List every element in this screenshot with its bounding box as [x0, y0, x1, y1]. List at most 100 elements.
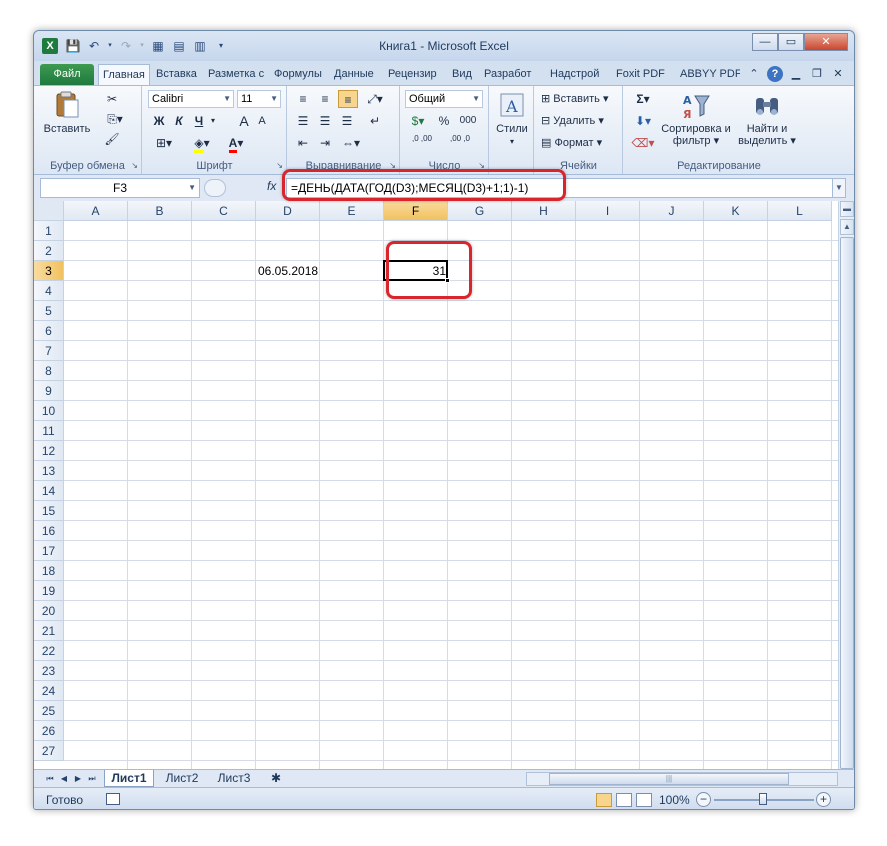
minimize-button[interactable]: — [752, 33, 778, 51]
insert-sheet-icon[interactable]: ✱ [264, 770, 288, 787]
cell-d3[interactable]: 06.05.2018 [256, 261, 320, 281]
restore-button[interactable]: ▭ [778, 33, 804, 51]
formula-splitter[interactable] [204, 179, 226, 197]
page-layout-view-icon[interactable] [616, 793, 632, 807]
column-header[interactable]: C [192, 201, 256, 221]
tab-formulas[interactable]: Формулы [270, 64, 328, 85]
sheet-tab-2[interactable]: Лист2 [158, 770, 206, 787]
align-left-icon[interactable]: ☰ [294, 112, 312, 130]
row-header[interactable]: 19 [34, 581, 64, 601]
help-icon[interactable]: ? [767, 66, 783, 82]
row-header[interactable]: 6 [34, 321, 64, 341]
tab-home[interactable]: Главная [98, 64, 150, 85]
tab-foxit-pdf[interactable]: Foxit PDF [612, 64, 674, 85]
column-header[interactable]: L [768, 201, 832, 221]
column-header[interactable]: K [704, 201, 768, 221]
underline-dropdown-icon[interactable]: ▾ [209, 112, 217, 130]
first-sheet-icon[interactable]: ⏮ [44, 772, 56, 786]
last-sheet-icon[interactable]: ⏭ [86, 772, 98, 786]
copy-icon[interactable]: ⎘▾ [102, 110, 128, 128]
delete-cells-button[interactable]: ⊟ Удалить ▾ [541, 112, 604, 130]
align-right-icon[interactable]: ☰ [338, 112, 356, 130]
minimize-workbook-icon[interactable]: ▁ [788, 66, 804, 82]
row-header[interactable]: 13 [34, 461, 64, 481]
font-size-select[interactable]: 11 ▼ [237, 90, 281, 108]
vertical-scroll-thumb[interactable] [840, 237, 854, 769]
row-header[interactable]: 18 [34, 561, 64, 581]
normal-view-icon[interactable] [596, 793, 612, 807]
worksheet-grid[interactable]: A B C D E F G H I J K L 1 2 3 4 5 6 7 8 9 10 11 12 13 14 15 16 17 18 1… [34, 201, 838, 769]
row-header[interactable]: 27 [34, 741, 64, 761]
find-select-button[interactable]: Найти и выделить ▾ [736, 90, 798, 147]
row-header[interactable]: 15 [34, 501, 64, 521]
shrink-font-button[interactable]: A [255, 112, 269, 130]
row-header[interactable]: 1 [34, 221, 64, 241]
sort-filter-button[interactable]: A Я Сортировка и фильтр ▾ [658, 90, 734, 147]
row-header[interactable]: 24 [34, 681, 64, 701]
row-header[interactable]: 21 [34, 621, 64, 641]
fill-icon[interactable]: ⬇▾ [630, 112, 656, 130]
fill-handle[interactable] [445, 278, 450, 283]
align-bottom-icon[interactable]: ≡ [338, 90, 358, 108]
vertical-scrollbar[interactable]: ▬ ▲ [838, 201, 854, 769]
sheet-tab-1[interactable]: Лист1 [104, 770, 154, 787]
row-header[interactable]: 4 [34, 281, 64, 301]
restore-workbook-icon[interactable]: ❐ [809, 66, 825, 82]
expand-formula-bar-icon[interactable]: ▼ [832, 178, 846, 198]
formula-input[interactable]: =ДЕНЬ(ДАТА(ГОД(D3);МЕСЯЦ(D3)+1;1)-1) [286, 178, 834, 198]
tab-data[interactable]: Данные [330, 64, 382, 85]
cut-icon[interactable]: ✂ [102, 90, 122, 108]
font-name-select[interactable]: Calibri ▼ [148, 90, 234, 108]
tab-page-layout[interactable]: Разметка с [204, 64, 268, 85]
decrease-indent-icon[interactable]: ⇤ [294, 134, 312, 152]
format-painter-icon[interactable]: 🖌 [102, 130, 122, 148]
fill-color-icon[interactable]: ◈▾ [189, 134, 215, 153]
number-format-select[interactable]: Общий ▼ [405, 90, 483, 108]
clear-icon[interactable]: ⌫▾ [630, 134, 656, 152]
column-header[interactable]: G [448, 201, 512, 221]
thousands-button[interactable]: 000 [455, 112, 481, 130]
format-cells-button[interactable]: ▤ Формат ▾ [541, 134, 602, 152]
close-workbook-icon[interactable]: ✕ [830, 66, 846, 82]
align-top-icon[interactable]: ≡ [294, 90, 312, 108]
increase-indent-icon[interactable]: ⇥ [316, 134, 334, 152]
row-header[interactable]: 14 [34, 481, 64, 501]
column-header[interactable]: H [512, 201, 576, 221]
row-header[interactable]: 22 [34, 641, 64, 661]
horizontal-scroll-thumb[interactable]: ||| [549, 773, 789, 785]
wrap-text-icon[interactable]: ↵ [364, 112, 386, 130]
close-button[interactable]: ✕ [804, 33, 848, 51]
decrease-decimal-button[interactable]: ,00 ,0 [443, 134, 477, 152]
italic-button[interactable]: К [171, 112, 187, 130]
increase-decimal-button[interactable]: ,0 ,00 [405, 134, 439, 152]
alignment-launcher-icon[interactable]: ↘ [389, 161, 396, 170]
autosum-button[interactable]: Σ▾ [630, 90, 656, 108]
currency-button[interactable]: $▾ [405, 112, 431, 130]
minimize-ribbon-icon[interactable]: ⌃ [746, 66, 762, 82]
tab-file[interactable]: Файл [40, 64, 94, 85]
row-header[interactable]: 17 [34, 541, 64, 561]
styles-button[interactable]: A Стили ▾ [492, 90, 532, 148]
row-header[interactable]: 7 [34, 341, 64, 361]
row-header[interactable]: 8 [34, 361, 64, 381]
insert-cells-button[interactable]: ⊞ Вставить ▾ [541, 90, 609, 108]
insert-function-icon[interactable]: fx [267, 179, 276, 193]
scroll-up-icon[interactable]: ▲ [840, 219, 854, 235]
tab-addins[interactable]: Надстрой [546, 64, 610, 85]
row-header[interactable]: 5 [34, 301, 64, 321]
row-header[interactable]: 11 [34, 421, 64, 441]
row-header[interactable]: 2 [34, 241, 64, 261]
paste-button[interactable]: Вставить [42, 90, 92, 135]
name-box[interactable]: F3 ▼ [40, 178, 200, 198]
row-header[interactable]: 16 [34, 521, 64, 541]
column-header[interactable]: J [640, 201, 704, 221]
macro-record-icon[interactable] [106, 793, 120, 805]
row-header[interactable]: 10 [34, 401, 64, 421]
prev-sheet-icon[interactable]: ◀ [58, 772, 70, 786]
zoom-level[interactable]: 100% [659, 793, 690, 807]
grow-font-button[interactable]: A [237, 112, 251, 130]
row-header[interactable]: 9 [34, 381, 64, 401]
orientation-icon[interactable]: ⤢▾ [364, 90, 386, 108]
font-launcher-icon[interactable]: ↘ [276, 161, 283, 170]
column-header[interactable]: I [576, 201, 640, 221]
